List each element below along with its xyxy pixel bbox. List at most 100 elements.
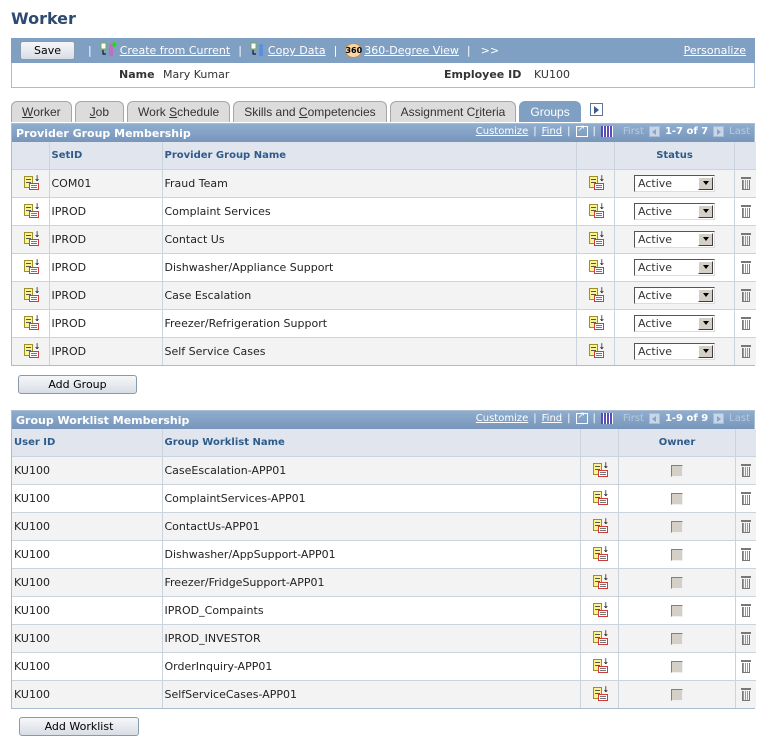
- worklist-detail-icon[interactable]: ↓: [592, 490, 609, 506]
- owner-checkbox[interactable]: [671, 576, 683, 589]
- copy-data-link[interactable]: Copy Data: [268, 44, 326, 57]
- status-select[interactable]: Active: [634, 174, 715, 192]
- related-content-icon[interactable]: ↓: [23, 315, 40, 331]
- worklist-detail-icon[interactable]: ↓: [592, 462, 609, 478]
- owner-checkbox[interactable]: [671, 660, 683, 673]
- dropdown-arrow-icon[interactable]: [698, 176, 713, 190]
- worklist-detail-icon[interactable]: ↓: [592, 630, 609, 646]
- trash-icon[interactable]: [740, 260, 751, 274]
- download-excel-icon[interactable]: [600, 126, 613, 137]
- status-select[interactable]: Active: [634, 286, 715, 304]
- trash-icon[interactable]: [741, 687, 752, 702]
- next-tab-arrow-icon[interactable]: [589, 103, 603, 116]
- more-actions-button[interactable]: >>: [481, 44, 499, 57]
- group-detail-icon[interactable]: ↓: [588, 203, 605, 219]
- related-content-icon[interactable]: ↓: [23, 174, 41, 191]
- group-detail-icon[interactable]: ↓: [588, 287, 605, 303]
- trash-icon[interactable]: [741, 463, 752, 477]
- last-link[interactable]: Last: [729, 126, 750, 137]
- trash-icon[interactable]: [741, 575, 752, 589]
- related-content-icon[interactable]: ↓: [23, 203, 40, 219]
- customize-link[interactable]: Customize: [476, 126, 529, 137]
- column-header-group-worklist-name[interactable]: Group Worklist Name: [162, 429, 581, 457]
- trash-icon[interactable]: [741, 631, 752, 645]
- trash-icon[interactable]: [741, 659, 752, 673]
- owner-checkbox[interactable]: [671, 492, 683, 505]
- worklist-detail-icon[interactable]: ↓: [592, 602, 609, 618]
- save-button[interactable]: Save: [20, 41, 75, 60]
- next-arrow-icon[interactable]: [713, 126, 725, 137]
- related-content-icon[interactable]: ↓: [23, 259, 40, 275]
- tab-work-schedule[interactable]: Work Schedule: [127, 101, 231, 122]
- status-select[interactable]: Active: [634, 314, 715, 332]
- group-detail-icon[interactable]: ↓: [588, 231, 605, 247]
- column-header-user-id[interactable]: User ID: [12, 429, 163, 457]
- related-content-icon[interactable]: ↓: [23, 343, 40, 359]
- view-all-icon[interactable]: [575, 411, 588, 424]
- last-link[interactable]: Last: [729, 413, 750, 424]
- trash-icon[interactable]: [740, 204, 751, 218]
- group-detail-icon[interactable]: ↓: [588, 315, 605, 331]
- trash-icon[interactable]: [740, 288, 751, 302]
- group-detail-icon[interactable]: ↓: [588, 343, 605, 359]
- dropdown-arrow-icon[interactable]: [698, 260, 713, 274]
- status-select[interactable]: Active: [634, 230, 715, 248]
- owner-checkbox[interactable]: [671, 688, 683, 701]
- personalize-link[interactable]: Personalize: [684, 44, 746, 57]
- owner-checkbox[interactable]: [671, 464, 683, 477]
- status-select[interactable]: Active: [634, 258, 715, 276]
- 360-degree-view-link[interactable]: 360-Degree View: [364, 44, 459, 57]
- add-group-button[interactable]: Add Group: [18, 375, 137, 394]
- create-from-current-link[interactable]: Create from Current: [120, 44, 230, 57]
- dropdown-arrow-icon[interactable]: [698, 204, 713, 218]
- owner-checkbox[interactable]: [671, 520, 683, 533]
- status-select[interactable]: Active: [634, 342, 715, 360]
- group-detail-icon[interactable]: ↓: [588, 175, 605, 191]
- tab-groups[interactable]: Groups: [519, 101, 581, 122]
- group-detail-icon[interactable]: ↓: [588, 259, 605, 275]
- column-header-provider-group-name[interactable]: Provider Group Name: [162, 142, 577, 170]
- status-select[interactable]: Active: [634, 202, 715, 220]
- tab-assignment-criteria[interactable]: Assignment Cr iteria: [389, 101, 517, 122]
- column-header-owner[interactable]: Owner: [618, 429, 736, 457]
- column-header-setid[interactable]: SetID: [49, 142, 163, 170]
- owner-checkbox[interactable]: [671, 604, 683, 617]
- previous-arrow-icon[interactable]: [648, 126, 660, 137]
- worklist-detail-icon[interactable]: ↓: [592, 574, 609, 590]
- first-link[interactable]: First: [623, 413, 644, 424]
- owner-checkbox[interactable]: [671, 632, 683, 645]
- dropdown-arrow-icon[interactable]: [698, 232, 713, 246]
- first-link[interactable]: First: [623, 126, 644, 137]
- tab-job[interactable]: Job: [74, 101, 125, 122]
- arrow-glyph: ↓: [33, 174, 41, 183]
- tab-skills-and-competencies[interactable]: Skills and Competencies: [233, 101, 387, 122]
- trash-icon[interactable]: [741, 603, 752, 617]
- trash-icon[interactable]: [741, 491, 752, 505]
- customize-link[interactable]: Customize: [476, 413, 529, 424]
- trash-icon[interactable]: [741, 519, 752, 533]
- trash-icon[interactable]: [740, 316, 751, 330]
- dropdown-arrow-icon[interactable]: [698, 344, 713, 358]
- trash-icon[interactable]: [741, 547, 752, 561]
- dropdown-arrow-icon[interactable]: [698, 288, 713, 302]
- previous-arrow-icon[interactable]: [648, 413, 660, 424]
- worklist-detail-icon[interactable]: ↓: [592, 658, 609, 674]
- view-all-icon[interactable]: [575, 124, 588, 137]
- add-worklist-button[interactable]: Add Worklist: [19, 717, 139, 736]
- find-link[interactable]: Find: [542, 413, 563, 424]
- trash-icon[interactable]: [740, 344, 751, 359]
- trash-icon[interactable]: [740, 176, 751, 190]
- worklist-detail-icon[interactable]: ↓: [592, 518, 609, 534]
- related-content-icon[interactable]: ↓: [23, 287, 40, 303]
- download-excel-icon[interactable]: [600, 413, 613, 424]
- find-link[interactable]: Find: [542, 126, 563, 137]
- related-content-icon[interactable]: ↓: [23, 231, 40, 247]
- worklist-detail-icon[interactable]: ↓: [592, 686, 609, 702]
- tab-worker[interactable]: Worker: [11, 101, 72, 122]
- worklist-detail-icon[interactable]: ↓: [592, 546, 609, 562]
- dropdown-arrow-icon[interactable]: [698, 316, 713, 330]
- owner-checkbox[interactable]: [671, 548, 683, 561]
- column-header-status[interactable]: Status: [614, 142, 735, 170]
- next-arrow-icon[interactable]: [713, 413, 725, 424]
- trash-icon[interactable]: [740, 232, 751, 246]
